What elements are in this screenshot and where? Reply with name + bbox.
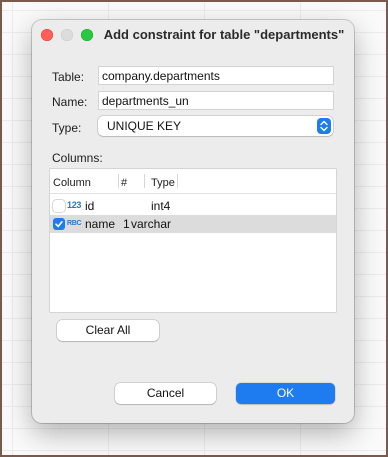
cancel-button[interactable]: Cancel (115, 383, 216, 404)
column-separator (118, 174, 119, 188)
column-separator (177, 174, 178, 188)
close-window-button[interactable] (41, 29, 53, 41)
name-field[interactable]: departments_un (98, 91, 334, 110)
table-row[interactable]: RBC name 1 varchar (50, 215, 336, 233)
column-name: name (85, 217, 116, 231)
type-select[interactable]: UNIQUE KEY (98, 116, 333, 136)
column-type: varchar (131, 217, 172, 231)
column-name: id (85, 199, 95, 213)
type-label: Type: (52, 121, 82, 135)
column-checkbox[interactable] (53, 218, 65, 230)
number-header[interactable]: # (121, 177, 127, 189)
number-type-icon: 123 (67, 200, 82, 210)
type-select-value: UNIQUE KEY (107, 119, 182, 133)
column-number: 1 (123, 217, 130, 231)
text-type-icon: RBC (67, 220, 82, 227)
name-label: Name: (52, 95, 88, 109)
columns-label: Columns: (52, 151, 103, 165)
add-constraint-dialog: Add constraint for table "departments" T… (32, 20, 354, 423)
title-bar: Add constraint for table "departments" (32, 20, 354, 48)
table-field[interactable]: company.departments (98, 66, 334, 85)
type-header[interactable]: Type (151, 177, 175, 189)
clear-all-button[interactable]: Clear All (57, 320, 159, 341)
column-type: int4 (151, 199, 171, 213)
dialog-title: Add constraint for table "departments" (103, 27, 345, 42)
table-row[interactable]: 123 id int4 (50, 197, 336, 215)
column-header[interactable]: Column (53, 177, 91, 189)
ok-button[interactable]: OK (236, 383, 335, 404)
column-separator (144, 174, 145, 188)
minimize-window-button[interactable] (61, 29, 73, 41)
table-header: Column # Type (50, 169, 336, 194)
table-label: Table: (52, 70, 85, 84)
column-checkbox[interactable] (53, 200, 65, 212)
columns-table: Column # Type 123 id int4 RBC name 1 var… (50, 169, 336, 312)
zoom-window-button[interactable] (81, 29, 93, 41)
updown-chevron-icon (317, 118, 331, 134)
checkmark-icon (55, 221, 63, 228)
